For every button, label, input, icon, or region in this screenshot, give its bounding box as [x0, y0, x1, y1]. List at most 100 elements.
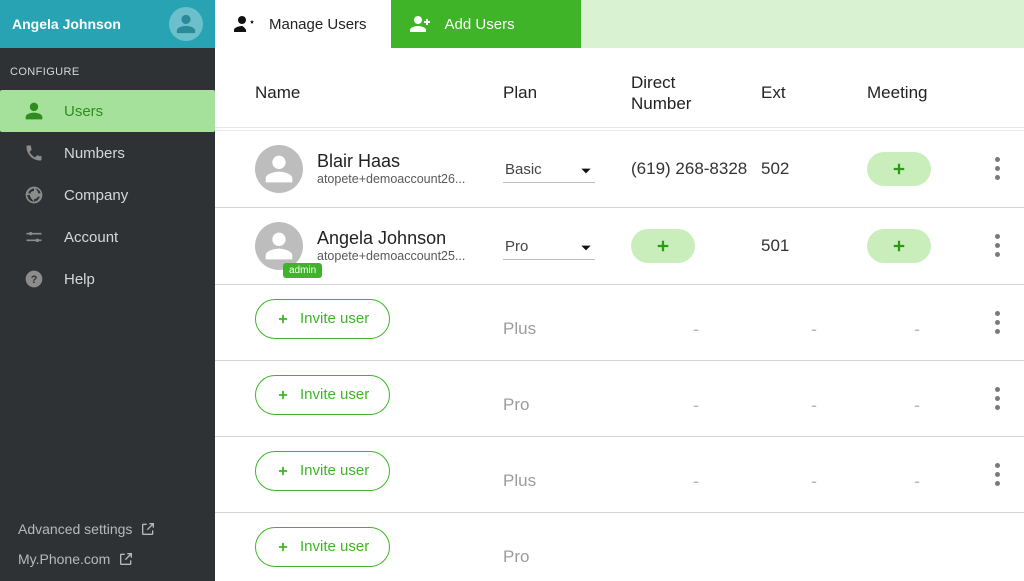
sidebar-item-label: Help [64, 271, 95, 288]
users-gear-icon [233, 12, 257, 36]
ext-value: 501 [761, 236, 867, 256]
empty-user-row: Invite user Plus - - - [215, 285, 1024, 361]
ext-value: 502 [761, 159, 867, 179]
row-menu-button[interactable] [967, 157, 1024, 180]
empty-user-row: Invite user Pro [215, 513, 1024, 581]
user-row: Blair Haas atopete+demoaccount26... Basi… [215, 130, 1024, 208]
svg-text:?: ? [31, 274, 38, 286]
footer-link-label: Advanced settings [18, 521, 132, 537]
user-plus-icon [409, 12, 433, 36]
col-name: Name [255, 83, 503, 103]
col-direct-number: DirectNumber [631, 72, 761, 115]
phone-icon [22, 143, 46, 163]
user-icon [263, 230, 295, 262]
sidebar-header: Angela Johnson [0, 0, 215, 48]
invite-user-button[interactable]: Invite user [255, 375, 390, 415]
tab-add-users[interactable]: Add Users [391, 0, 581, 48]
user-icon [263, 153, 295, 185]
plan-value: Pro [503, 527, 631, 567]
sidebar-item-label: Account [64, 229, 118, 246]
col-plan: Plan [503, 83, 631, 103]
sliders-icon [22, 227, 46, 247]
plan-value: Pro [503, 375, 631, 415]
plus-icon [276, 312, 290, 326]
current-user-name: Angela Johnson [12, 16, 121, 32]
sidebar-item-label: Company [64, 187, 128, 204]
external-link-icon [140, 521, 156, 537]
direct-number-add-button[interactable] [631, 229, 695, 263]
invite-user-button[interactable]: Invite user [255, 451, 390, 491]
current-user-avatar[interactable] [169, 7, 203, 41]
plan-value: Basic [505, 161, 542, 178]
col-ext: Ext [761, 83, 867, 103]
user-avatar[interactable] [255, 145, 303, 193]
user-icon [175, 13, 197, 35]
sidebar-item-account[interactable]: Account [0, 216, 215, 258]
row-menu-button[interactable] [967, 234, 1024, 257]
advanced-settings-link[interactable]: Advanced settings [18, 521, 197, 537]
tab-label: Add Users [445, 16, 515, 33]
empty-value [631, 527, 761, 547]
main-area: Manage Users Add Users Name Plan DirectN… [215, 0, 1024, 581]
sidebar-footer: Advanced settings My.Phone.com [0, 521, 215, 567]
sidebar-item-company[interactable]: Company [0, 174, 215, 216]
user-avatar[interactable]: admin [255, 222, 303, 270]
plan-value: Pro [505, 238, 528, 255]
sidebar: Angela Johnson CONFIGURE Users Numbers C… [0, 0, 215, 581]
sidebar-item-help[interactable]: ? Help [0, 258, 215, 300]
user-email: atopete+demoaccount25... [317, 249, 465, 263]
user-cell: admin Angela Johnson atopete+demoaccount… [255, 222, 503, 270]
user-email: atopete+demoaccount26... [317, 172, 465, 186]
chevron-down-icon [579, 241, 593, 255]
row-menu-button[interactable] [967, 375, 1024, 410]
plus-icon [276, 464, 290, 478]
sidebar-item-label: Numbers [64, 145, 125, 162]
footer-link-label: My.Phone.com [18, 551, 110, 567]
plus-icon [276, 388, 290, 402]
empty-user-row: Invite user Plus - - - [215, 437, 1024, 513]
sidebar-item-users[interactable]: Users [0, 90, 215, 132]
meeting-add-button[interactable] [867, 229, 931, 263]
tab-bar: Manage Users Add Users [215, 0, 1024, 48]
row-menu-button[interactable] [967, 299, 1024, 334]
row-menu-button[interactable] [967, 451, 1024, 486]
empty-value [867, 527, 967, 547]
my-phone-link[interactable]: My.Phone.com [18, 551, 197, 567]
empty-value: - [631, 451, 761, 492]
invite-label: Invite user [300, 310, 369, 327]
help-icon: ? [22, 269, 46, 289]
user-icon [22, 101, 46, 121]
chevron-down-icon [579, 164, 593, 178]
external-link-icon [118, 551, 134, 567]
empty-value: - [631, 375, 761, 416]
plus-icon [890, 237, 908, 255]
empty-value: - [867, 299, 967, 340]
plan-select[interactable]: Basic [503, 155, 595, 183]
empty-value: - [761, 299, 867, 340]
plus-icon [890, 160, 908, 178]
invite-user-button[interactable]: Invite user [255, 299, 390, 339]
sidebar-item-numbers[interactable]: Numbers [0, 132, 215, 174]
sidebar-section-title: CONFIGURE [0, 48, 215, 90]
users-table: Name Plan DirectNumber Ext Meeting Blair… [215, 48, 1024, 581]
invite-label: Invite user [300, 462, 369, 479]
plan-select[interactable]: Pro [503, 232, 595, 260]
meeting-add-button[interactable] [867, 152, 931, 186]
empty-value: - [867, 375, 967, 416]
plan-value: Plus [503, 299, 631, 339]
plan-value: Plus [503, 451, 631, 491]
empty-value: - [867, 451, 967, 492]
invite-user-button[interactable]: Invite user [255, 527, 390, 567]
globe-icon [22, 185, 46, 205]
tab-manage-users[interactable]: Manage Users [215, 0, 391, 48]
empty-value: - [761, 451, 867, 492]
empty-value [761, 527, 867, 547]
user-cell: Blair Haas atopete+demoaccount26... [255, 145, 503, 193]
invite-label: Invite user [300, 538, 369, 555]
user-name: Blair Haas [317, 151, 465, 172]
col-meeting: Meeting [867, 83, 967, 103]
admin-badge: admin [283, 263, 322, 278]
empty-value: - [761, 375, 867, 416]
empty-value: - [631, 299, 761, 340]
empty-user-row: Invite user Pro - - - [215, 361, 1024, 437]
